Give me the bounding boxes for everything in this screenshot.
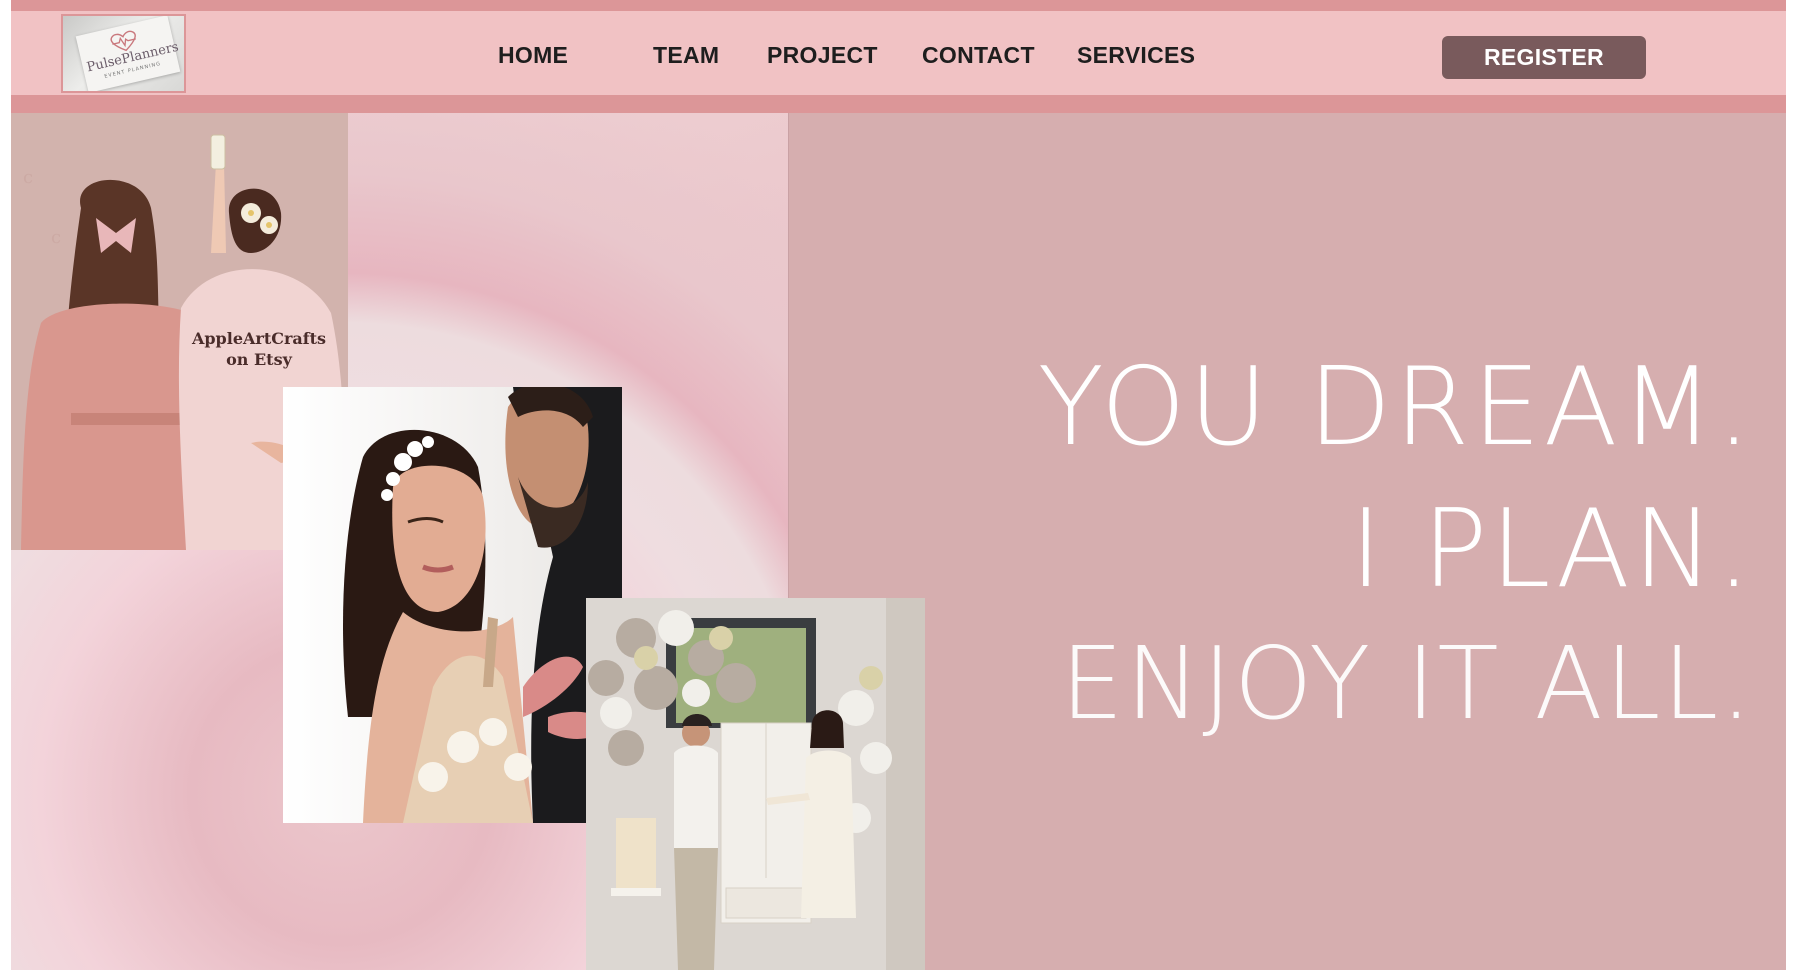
- nav-services[interactable]: SERVICES: [1077, 42, 1195, 68]
- navbar-bottom-band: [11, 95, 1786, 113]
- svg-text:c: c: [51, 227, 61, 248]
- slogan-line-2: I PLAN.: [1350, 487, 1754, 612]
- party-reveal-photo: [586, 598, 925, 970]
- bridal-couple-photo: [283, 387, 622, 823]
- watermark-line-2: on Etsy: [226, 350, 292, 369]
- watermark-line-1: AppleArtCrafts: [191, 329, 327, 348]
- slogan-line-1: YOU DREAM.: [1037, 345, 1754, 470]
- svg-text:c: c: [23, 167, 33, 188]
- register-button[interactable]: REGISTER: [1442, 36, 1646, 79]
- top-accent-stripe: [11, 0, 1786, 11]
- logo[interactable]: PulsePlanners EVENT PLANNING: [61, 14, 186, 93]
- nav-team[interactable]: TEAM: [653, 42, 719, 68]
- bridal-couple-art: [283, 387, 622, 823]
- nav-home[interactable]: HOME: [498, 42, 568, 68]
- slogan-line-3: ENJOY IT ALL.: [1060, 625, 1754, 742]
- nav-project[interactable]: PROJECT: [767, 42, 878, 68]
- navbar: PulsePlanners EVENT PLANNING HOME TEAM P…: [11, 11, 1786, 95]
- party-reveal-art: [586, 598, 925, 970]
- logo-card: PulsePlanners EVENT PLANNING: [75, 16, 181, 91]
- page: PulsePlanners EVENT PLANNING HOME TEAM P…: [11, 0, 1786, 970]
- robes-watermark: AppleArtCrafts on Etsy: [189, 328, 329, 370]
- nav-contact[interactable]: CONTACT: [922, 42, 1035, 68]
